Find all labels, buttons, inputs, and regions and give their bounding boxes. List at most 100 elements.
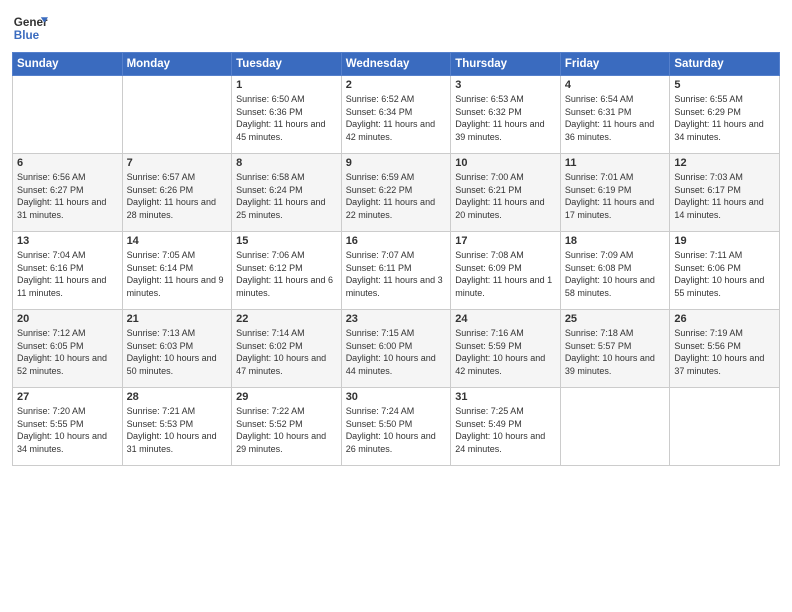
cell-info: Sunrise: 7:24 AMSunset: 5:50 PMDaylight:…	[346, 405, 447, 455]
day-number: 11	[565, 157, 666, 169]
calendar-page: General Blue SundayMondayTuesdayWednesda…	[0, 0, 792, 612]
calendar-cell: 4 Sunrise: 6:54 AMSunset: 6:31 PMDaylight…	[560, 76, 670, 154]
day-header-sunday: Sunday	[13, 53, 123, 76]
cell-info: Sunrise: 7:13 AMSunset: 6:03 PMDaylight:…	[127, 327, 228, 377]
calendar-cell: 20 Sunrise: 7:12 AMSunset: 6:05 PMDayligh…	[13, 310, 123, 388]
cell-info: Sunrise: 6:53 AMSunset: 6:32 PMDaylight:…	[455, 93, 556, 143]
day-number: 31	[455, 391, 556, 403]
cell-info: Sunrise: 7:12 AMSunset: 6:05 PMDaylight:…	[17, 327, 118, 377]
day-number: 27	[17, 391, 118, 403]
day-number: 5	[674, 79, 775, 91]
calendar-cell: 24 Sunrise: 7:16 AMSunset: 5:59 PMDayligh…	[451, 310, 561, 388]
week-row-1: 6Sunrise: 6:56 AMSunset: 6:27 PMDaylight…	[13, 154, 780, 232]
day-number: 10	[455, 157, 556, 169]
day-header-wednesday: Wednesday	[341, 53, 451, 76]
calendar-cell: 12 Sunrise: 7:03 AMSunset: 6:17 PMDayligh…	[670, 154, 780, 232]
day-number: 21	[127, 313, 228, 325]
cell-info: Sunrise: 7:16 AMSunset: 5:59 PMDaylight:…	[455, 327, 556, 377]
week-row-0: 1 Sunrise: 6:50 AMSunset: 6:36 PMDaylight…	[13, 76, 780, 154]
day-number: 16	[346, 235, 447, 247]
calendar-cell: 26Sunrise: 7:19 AMSunset: 5:56 PMDayligh…	[670, 310, 780, 388]
cell-info: Sunrise: 6:52 AMSunset: 6:34 PMDaylight:…	[346, 93, 447, 143]
day-number: 19	[674, 235, 775, 247]
day-number: 2	[346, 79, 447, 91]
calendar-cell: 25 Sunrise: 7:18 AMSunset: 5:57 PMDayligh…	[560, 310, 670, 388]
calendar-cell: 2 Sunrise: 6:52 AMSunset: 6:34 PMDaylight…	[341, 76, 451, 154]
cell-info: Sunrise: 7:19 AMSunset: 5:56 PMDaylight:…	[674, 327, 775, 377]
calendar-cell: 14 Sunrise: 7:05 AMSunset: 6:14 PMDayligh…	[122, 232, 232, 310]
calendar-cell: 3 Sunrise: 6:53 AMSunset: 6:32 PMDaylight…	[451, 76, 561, 154]
calendar-cell	[560, 388, 670, 466]
calendar-cell: 21 Sunrise: 7:13 AMSunset: 6:03 PMDayligh…	[122, 310, 232, 388]
calendar-cell	[670, 388, 780, 466]
calendar-cell: 19Sunrise: 7:11 AMSunset: 6:06 PMDayligh…	[670, 232, 780, 310]
cell-info: Sunrise: 7:00 AMSunset: 6:21 PMDaylight:…	[455, 171, 556, 221]
day-number: 3	[455, 79, 556, 91]
cell-info: Sunrise: 7:18 AMSunset: 5:57 PMDaylight:…	[565, 327, 666, 377]
day-number: 6	[17, 157, 118, 169]
day-header-tuesday: Tuesday	[232, 53, 342, 76]
day-number: 7	[127, 157, 228, 169]
cell-info: Sunrise: 7:09 AMSunset: 6:08 PMDaylight:…	[565, 249, 666, 299]
days-header-row: SundayMondayTuesdayWednesdayThursdayFrid…	[13, 53, 780, 76]
day-number: 29	[236, 391, 337, 403]
calendar-cell: 22 Sunrise: 7:14 AMSunset: 6:02 PMDayligh…	[232, 310, 342, 388]
logo-icon: General Blue	[12, 10, 48, 46]
calendar-cell: 15Sunrise: 7:06 AMSunset: 6:12 PMDayligh…	[232, 232, 342, 310]
svg-text:Blue: Blue	[14, 29, 40, 42]
cell-info: Sunrise: 7:14 AMSunset: 6:02 PMDaylight:…	[236, 327, 337, 377]
calendar-table: SundayMondayTuesdayWednesdayThursdayFrid…	[12, 52, 780, 466]
day-number: 17	[455, 235, 556, 247]
calendar-cell: 7Sunrise: 6:57 AMSunset: 6:26 PMDaylight…	[122, 154, 232, 232]
day-number: 23	[346, 313, 447, 325]
week-row-4: 27 Sunrise: 7:20 AMSunset: 5:55 PMDayligh…	[13, 388, 780, 466]
week-row-3: 20 Sunrise: 7:12 AMSunset: 6:05 PMDayligh…	[13, 310, 780, 388]
cell-info: Sunrise: 7:05 AMSunset: 6:14 PMDaylight:…	[127, 249, 228, 299]
cell-info: Sunrise: 7:03 AMSunset: 6:17 PMDaylight:…	[674, 171, 775, 221]
calendar-cell: 13Sunrise: 7:04 AMSunset: 6:16 PMDayligh…	[13, 232, 123, 310]
cell-info: Sunrise: 7:25 AMSunset: 5:49 PMDaylight:…	[455, 405, 556, 455]
calendar-cell	[13, 76, 123, 154]
day-number: 30	[346, 391, 447, 403]
calendar-cell: 30 Sunrise: 7:24 AMSunset: 5:50 PMDayligh…	[341, 388, 451, 466]
calendar-cell: 6Sunrise: 6:56 AMSunset: 6:27 PMDaylight…	[13, 154, 123, 232]
calendar-cell	[122, 76, 232, 154]
day-header-saturday: Saturday	[670, 53, 780, 76]
day-header-friday: Friday	[560, 53, 670, 76]
calendar-cell: 18 Sunrise: 7:09 AMSunset: 6:08 PMDayligh…	[560, 232, 670, 310]
day-number: 4	[565, 79, 666, 91]
calendar-cell: 16Sunrise: 7:07 AMSunset: 6:11 PMDayligh…	[341, 232, 451, 310]
cell-info: Sunrise: 6:54 AMSunset: 6:31 PMDaylight:…	[565, 93, 666, 143]
cell-info: Sunrise: 7:01 AMSunset: 6:19 PMDaylight:…	[565, 171, 666, 221]
calendar-cell: 8 Sunrise: 6:58 AMSunset: 6:24 PMDaylight…	[232, 154, 342, 232]
cell-info: Sunrise: 6:55 AMSunset: 6:29 PMDaylight:…	[674, 93, 775, 143]
day-number: 22	[236, 313, 337, 325]
day-number: 14	[127, 235, 228, 247]
day-number: 13	[17, 235, 118, 247]
cell-info: Sunrise: 7:20 AMSunset: 5:55 PMDaylight:…	[17, 405, 118, 455]
calendar-cell: 11 Sunrise: 7:01 AMSunset: 6:19 PMDayligh…	[560, 154, 670, 232]
day-number: 25	[565, 313, 666, 325]
calendar-cell: 23 Sunrise: 7:15 AMSunset: 6:00 PMDayligh…	[341, 310, 451, 388]
cell-info: Sunrise: 7:21 AMSunset: 5:53 PMDaylight:…	[127, 405, 228, 455]
day-number: 1	[236, 79, 337, 91]
day-number: 12	[674, 157, 775, 169]
day-number: 24	[455, 313, 556, 325]
cell-info: Sunrise: 7:22 AMSunset: 5:52 PMDaylight:…	[236, 405, 337, 455]
day-number: 9	[346, 157, 447, 169]
day-number: 20	[17, 313, 118, 325]
cell-info: Sunrise: 7:06 AMSunset: 6:12 PMDaylight:…	[236, 249, 337, 299]
day-number: 18	[565, 235, 666, 247]
cell-info: Sunrise: 6:58 AMSunset: 6:24 PMDaylight:…	[236, 171, 337, 221]
header: General Blue	[12, 10, 780, 46]
cell-info: Sunrise: 7:15 AMSunset: 6:00 PMDaylight:…	[346, 327, 447, 377]
day-number: 8	[236, 157, 337, 169]
cell-info: Sunrise: 6:50 AMSunset: 6:36 PMDaylight:…	[236, 93, 337, 143]
day-header-thursday: Thursday	[451, 53, 561, 76]
calendar-cell: 9 Sunrise: 6:59 AMSunset: 6:22 PMDaylight…	[341, 154, 451, 232]
calendar-cell: 17Sunrise: 7:08 AMSunset: 6:09 PMDayligh…	[451, 232, 561, 310]
calendar-cell: 27 Sunrise: 7:20 AMSunset: 5:55 PMDayligh…	[13, 388, 123, 466]
cell-info: Sunrise: 6:59 AMSunset: 6:22 PMDaylight:…	[346, 171, 447, 221]
calendar-cell: 28Sunrise: 7:21 AMSunset: 5:53 PMDayligh…	[122, 388, 232, 466]
calendar-cell: 10 Sunrise: 7:00 AMSunset: 6:21 PMDayligh…	[451, 154, 561, 232]
